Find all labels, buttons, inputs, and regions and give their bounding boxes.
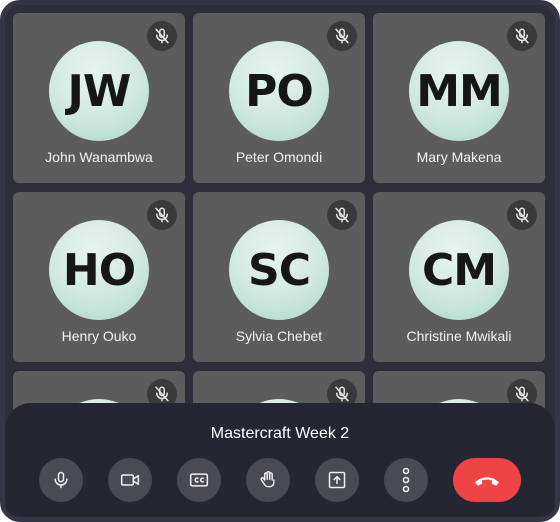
- avatar-initials: CM: [421, 244, 497, 296]
- video-call-window: JW John Wanambwa PO Peter Omondi MM Mary…: [0, 0, 560, 522]
- camera-button[interactable]: [108, 458, 152, 502]
- participant-name: Christine Mwikali: [406, 328, 512, 344]
- participant-tile[interactable]: PO Peter Omondi: [193, 13, 365, 183]
- participant-name: Sylvia Chebet: [235, 328, 323, 344]
- meeting-title: Mastercraft Week 2: [210, 425, 350, 442]
- avatar: SC: [229, 220, 329, 320]
- mic-off-icon: [147, 200, 177, 230]
- participant-tile[interactable]: HO Henry Ouko: [13, 192, 185, 362]
- hand-icon: [260, 471, 275, 488]
- mic-off-icon: [327, 200, 357, 230]
- share-screen-button[interactable]: [315, 458, 359, 502]
- mic-off-icon: [507, 200, 537, 230]
- closed-captions-icon: [189, 473, 209, 487]
- participant-name: Henry Ouko: [61, 328, 137, 344]
- participant-name: Mary Makena: [416, 149, 502, 165]
- avatar: MM: [409, 41, 509, 141]
- raise-hand-button[interactable]: [246, 458, 290, 502]
- more-options-button[interactable]: [384, 458, 428, 502]
- participant-tile[interactable]: SC Sylvia Chebet: [193, 192, 365, 362]
- avatar: JW: [49, 41, 149, 141]
- avatar: HO: [49, 220, 149, 320]
- participant-tile[interactable]: CM Christine Mwikali: [373, 192, 545, 362]
- phone-hangup-icon: [475, 477, 499, 486]
- more-vertical-icon: [402, 467, 410, 493]
- avatar-initials: PO: [245, 65, 314, 117]
- avatar-initials: SC: [248, 244, 311, 296]
- share-screen-icon: [328, 471, 346, 489]
- participant-tile[interactable]: JW John Wanambwa: [13, 13, 185, 183]
- call-controls-panel: Mastercraft Week 2: [5, 403, 555, 517]
- mic-off-icon: [327, 21, 357, 51]
- participant-tile[interactable]: MM Mary Makena: [373, 13, 545, 183]
- avatar-initials: HO: [62, 244, 136, 296]
- microphone-icon: [54, 471, 68, 489]
- microphone-button[interactable]: [39, 458, 83, 502]
- avatar-initials: MM: [416, 65, 503, 117]
- avatar-initials: JW: [67, 65, 132, 117]
- video-camera-icon: [120, 474, 140, 486]
- captions-button[interactable]: [177, 458, 221, 502]
- avatar: PO: [229, 41, 329, 141]
- mic-off-icon: [507, 21, 537, 51]
- participant-name: Peter Omondi: [235, 149, 323, 165]
- end-call-button[interactable]: [453, 458, 521, 502]
- avatar: CM: [409, 220, 509, 320]
- participant-name: John Wanambwa: [45, 149, 153, 165]
- mic-off-icon: [147, 21, 177, 51]
